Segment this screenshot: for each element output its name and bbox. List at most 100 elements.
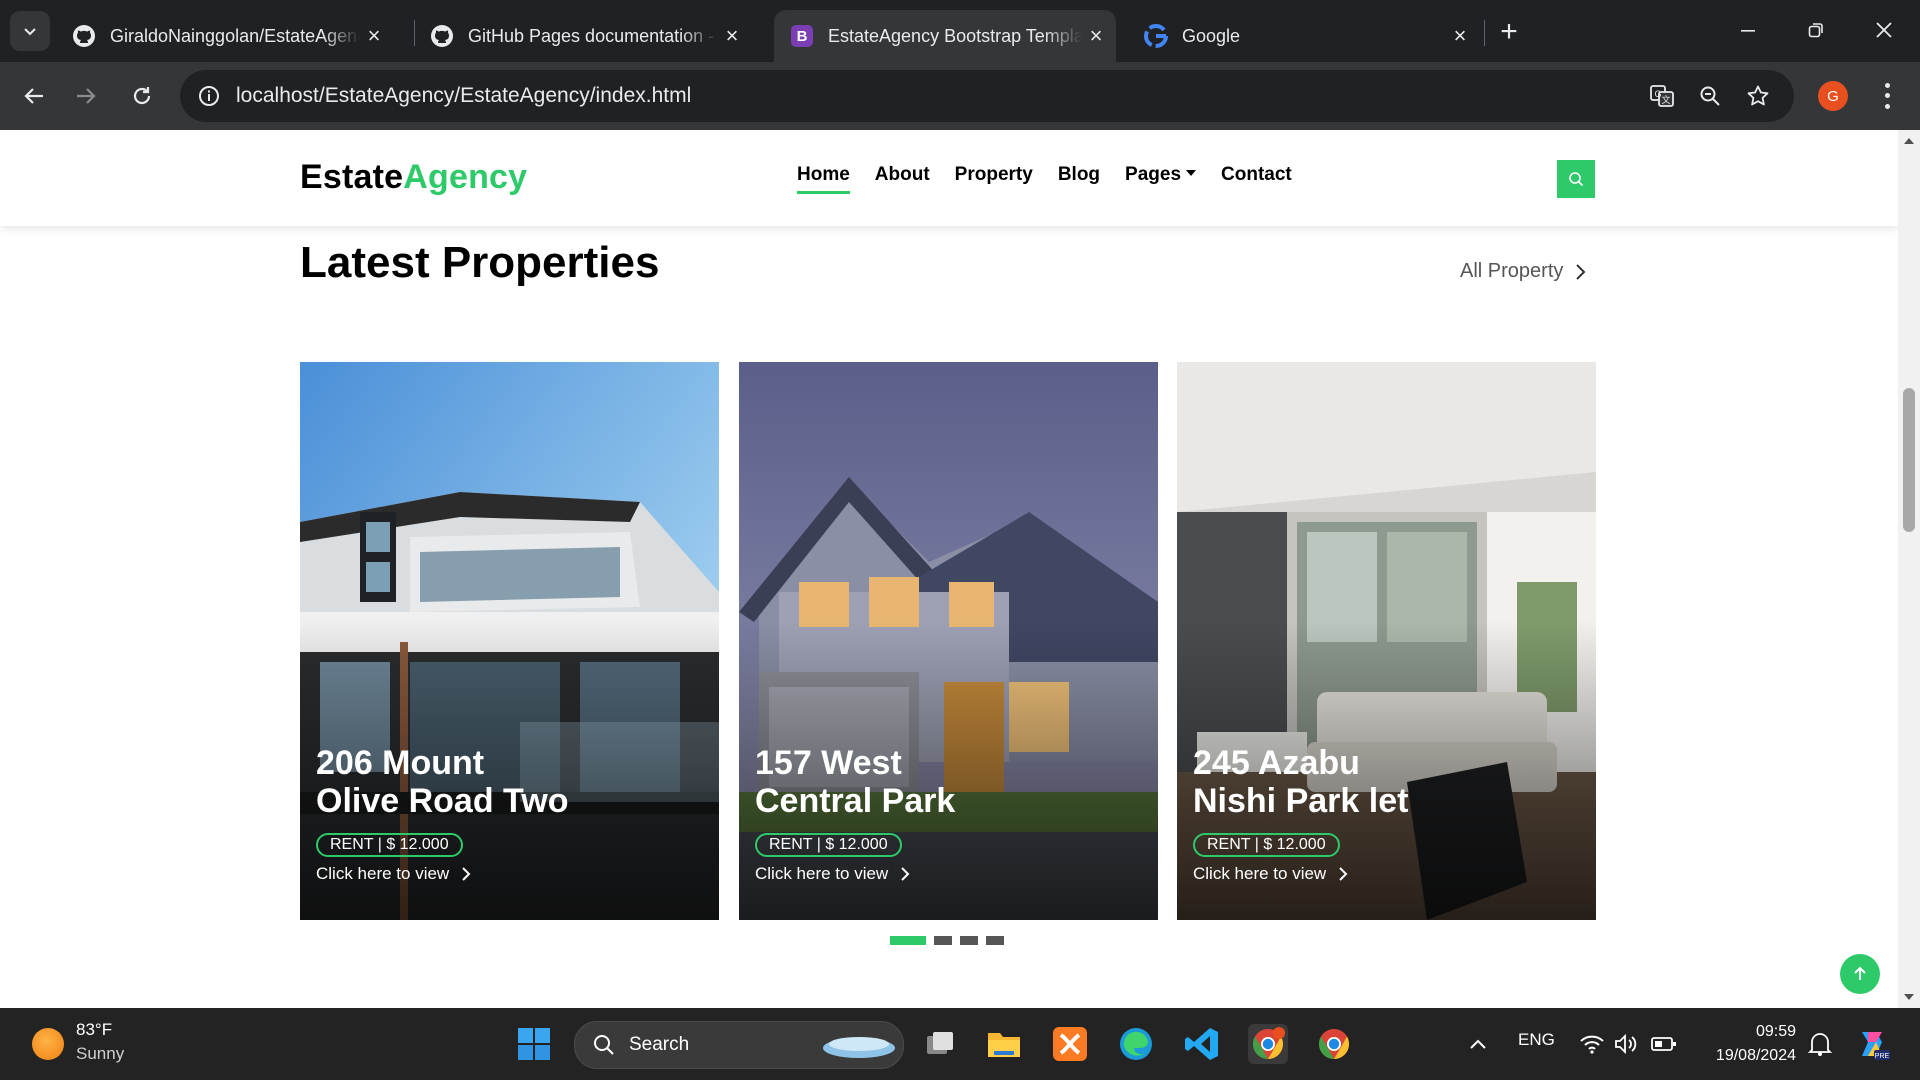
nav-pages-dropdown[interactable]: Pages <box>1125 164 1197 192</box>
start-button[interactable] <box>514 1024 554 1064</box>
site-search-button[interactable] <box>1557 160 1595 198</box>
scroll-up-arrow[interactable] <box>1904 138 1914 144</box>
site-info-icon[interactable] <box>196 83 222 109</box>
github-icon <box>72 24 96 48</box>
profile-avatar[interactable]: G <box>1818 81 1848 111</box>
view-link[interactable]: Click here to view <box>316 864 471 884</box>
zoom-icon[interactable] <box>1696 82 1724 110</box>
property-card[interactable]: 245 Azabu Nishi Park let RENT | $ 12.000 … <box>1177 362 1596 920</box>
new-tab-button[interactable]: + <box>1490 14 1528 50</box>
vscode-icon[interactable] <box>1182 1024 1222 1064</box>
restore-button[interactable] <box>1788 8 1844 52</box>
property-card[interactable]: 206 Mount Olive Road Two RENT | $ 12.000 … <box>300 362 719 920</box>
chevron-up-icon[interactable] <box>1458 1024 1498 1064</box>
nav-contact[interactable]: Contact <box>1221 164 1292 192</box>
google-icon <box>1144 24 1168 48</box>
language-indicator[interactable]: ENG <box>1518 1030 1555 1050</box>
property-title[interactable]: 206 Mount Olive Road Two <box>316 744 696 820</box>
view-label: Click here to view <box>755 864 889 883</box>
close-tab-icon[interactable]: × <box>360 22 388 50</box>
clock-time: 09:59 <box>1755 1023 1796 1040</box>
scroll-down-arrow[interactable] <box>1904 994 1914 1000</box>
tab-search-button[interactable] <box>10 11 50 51</box>
tab-title: Google <box>1182 25 1241 46</box>
carousel-dot-1[interactable] <box>890 936 926 945</box>
view-link[interactable]: Click here to view <box>1193 864 1348 884</box>
caret-down-icon <box>1186 169 1197 176</box>
taskbar-clock[interactable]: 09:59 19/08/2024 <box>1696 1020 1796 1068</box>
chevron-right-icon <box>1339 867 1348 881</box>
title-line-2: Nishi Park let <box>1193 782 1409 820</box>
search-highlight-icon <box>823 1037 895 1058</box>
taskbar-search[interactable]: Search <box>574 1021 904 1069</box>
copilot-icon[interactable]: PRE <box>1852 1024 1892 1064</box>
tab-separator <box>1484 20 1485 46</box>
bootstrap-icon: B <box>790 24 814 48</box>
forward-button[interactable] <box>66 76 106 116</box>
chevron-right-icon <box>462 867 471 881</box>
taskbar-search-label: Search <box>629 1034 690 1055</box>
minimize-button[interactable] <box>1720 8 1776 52</box>
close-tab-icon[interactable]: × <box>1082 22 1110 50</box>
browser-tab-2[interactable]: GitHub Pages documentation - GitHub Docs… <box>414 10 762 62</box>
file-explorer-icon[interactable] <box>984 1024 1024 1064</box>
notification-icon[interactable] <box>1800 1024 1840 1064</box>
task-view-icon[interactable] <box>920 1024 960 1064</box>
weather-temperature[interactable]: 83°F <box>76 1020 112 1040</box>
nav-blog[interactable]: Blog <box>1058 164 1100 192</box>
browser-tab-3-active[interactable]: B EstateAgency Bootstrap Template × <box>774 10 1116 62</box>
close-tab-icon[interactable]: × <box>1446 22 1474 50</box>
carousel-dot-4[interactable] <box>986 936 1004 945</box>
browser-tab-4[interactable]: Google × <box>1128 10 1476 62</box>
bookmark-star-icon[interactable] <box>1744 82 1772 110</box>
reload-button[interactable] <box>122 76 162 116</box>
browser-tab-1[interactable]: GiraldoNainggolan/EstateAgency × <box>56 10 404 62</box>
nav-about[interactable]: About <box>875 164 930 192</box>
all-property-link[interactable]: All Property <box>1460 260 1587 283</box>
tab-title: GiraldoNainggolan/EstateAgency <box>110 25 360 46</box>
view-link[interactable]: Click here to view <box>755 864 910 884</box>
search-icon <box>1569 172 1584 187</box>
translate-icon[interactable]: G文 <box>1648 82 1676 110</box>
close-window-button[interactable] <box>1856 8 1912 52</box>
site-logo[interactable]: EstateAgency <box>300 158 527 197</box>
scrollbar-thumb[interactable] <box>1903 388 1915 532</box>
back-to-top-button[interactable] <box>1840 954 1880 994</box>
title-line-1: 206 Mount <box>316 744 485 782</box>
chevron-right-icon <box>1576 263 1586 280</box>
all-property-label: All Property <box>1460 260 1564 282</box>
nav-home[interactable]: Home <box>797 164 850 194</box>
chrome-icon[interactable] <box>1314 1024 1354 1064</box>
title-line-2: Central Park <box>755 782 956 820</box>
address-bar[interactable]: localhost/EstateAgency/EstateAgency/inde… <box>180 70 1794 122</box>
brand-accent: Agency <box>403 158 528 196</box>
volume-icon[interactable] <box>1606 1024 1646 1064</box>
github-icon <box>430 24 454 48</box>
carousel-dot-2[interactable] <box>934 936 952 945</box>
clock-date: 19/08/2024 <box>1715 1047 1796 1064</box>
carousel-dot-3[interactable] <box>960 936 978 945</box>
sun-icon[interactable] <box>32 1028 64 1060</box>
url-text[interactable]: localhost/EstateAgency/EstateAgency/inde… <box>236 84 691 108</box>
tab-title: EstateAgency Bootstrap Template <box>828 25 1082 46</box>
arrow-right-icon <box>77 88 96 104</box>
edge-icon[interactable] <box>1116 1024 1156 1064</box>
page-scrollbar[interactable] <box>1898 130 1920 1008</box>
battery-icon[interactable] <box>1644 1024 1684 1064</box>
property-title[interactable]: 245 Azabu Nishi Park let <box>1193 744 1573 820</box>
back-button[interactable] <box>14 76 54 116</box>
xampp-icon[interactable] <box>1050 1024 1090 1064</box>
nav-property[interactable]: Property <box>955 164 1033 192</box>
page-viewport: EstateAgency Home About Property Blog Pa… <box>0 130 1898 1008</box>
chrome-active-icon[interactable] <box>1248 1024 1288 1064</box>
tab-title: GitHub Pages documentation - GitHub Docs <box>468 25 718 46</box>
svg-text:文: 文 <box>1661 94 1670 106</box>
chevron-down-icon <box>24 28 36 36</box>
weather-description[interactable]: Sunny <box>76 1044 124 1064</box>
reload-icon <box>133 87 151 105</box>
property-card[interactable]: 157 West Central Park RENT | $ 12.000 Cli… <box>739 362 1158 920</box>
property-title[interactable]: 157 West Central Park <box>755 744 1135 820</box>
browser-menu-button[interactable] <box>1872 80 1902 112</box>
close-tab-icon[interactable]: × <box>718 22 746 50</box>
windows-logo-icon <box>518 1028 550 1060</box>
